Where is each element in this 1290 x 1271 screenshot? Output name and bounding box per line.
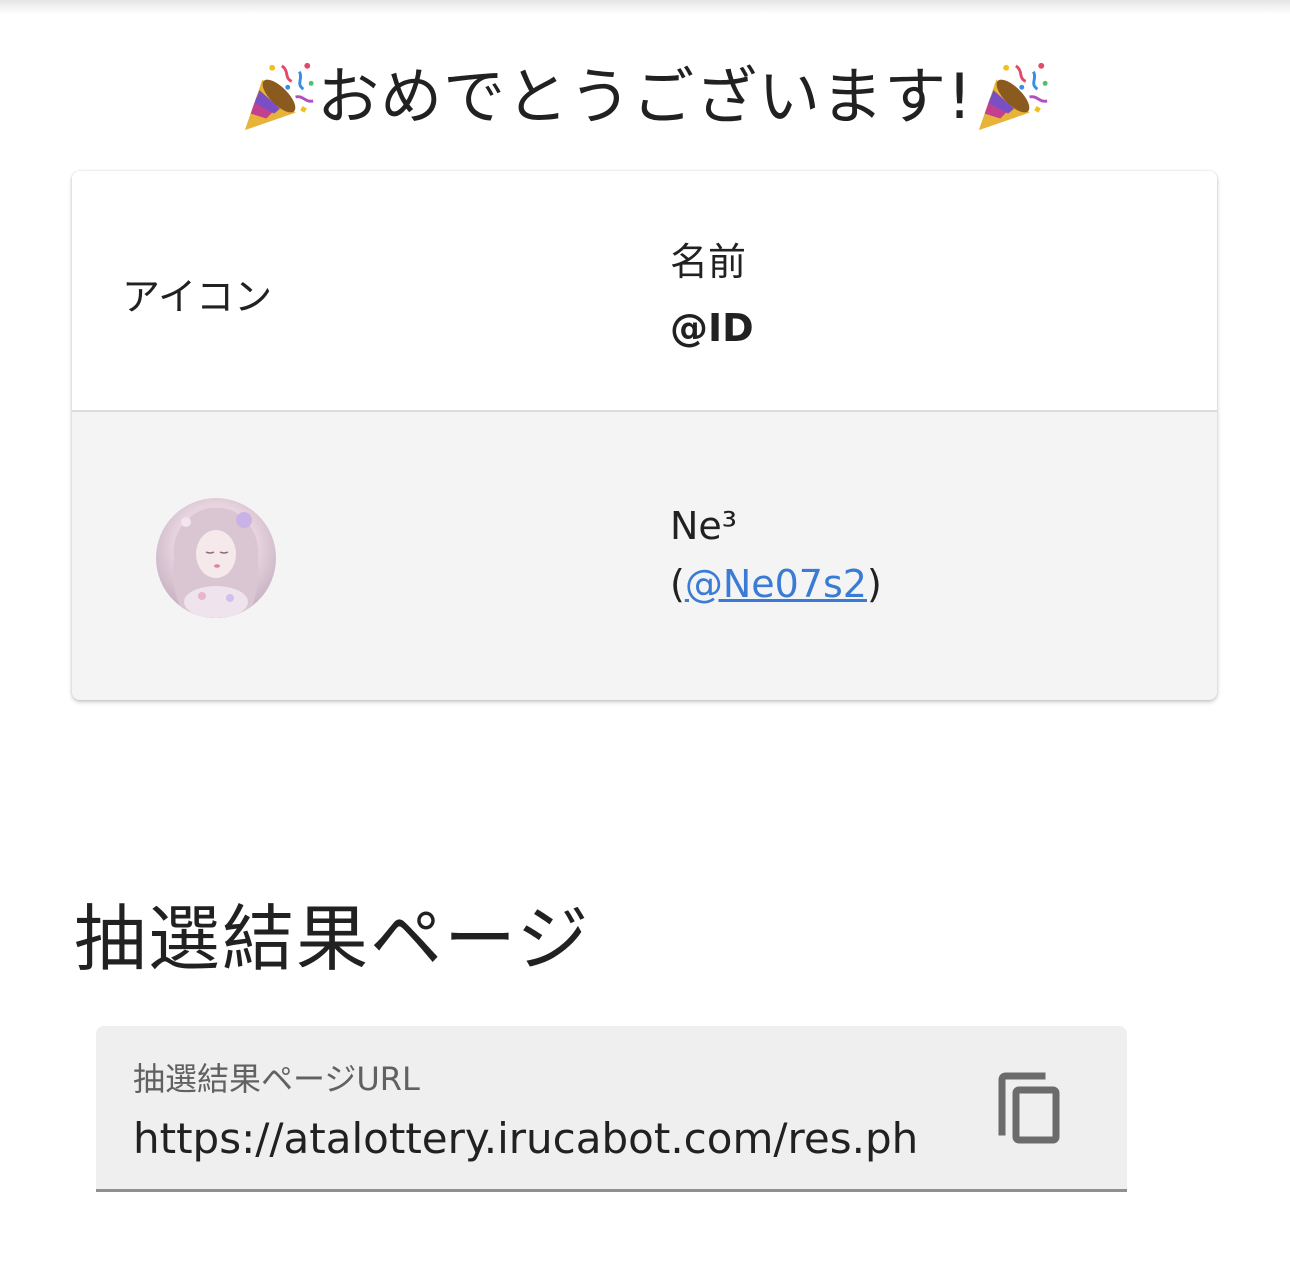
congrats-text: おめでとうございます! — [317, 60, 973, 133]
result-page-title: 抽選結果ページ — [74, 897, 591, 981]
party-popper-icon — [244, 62, 314, 131]
avatar — [156, 498, 276, 618]
top-shadow — [0, 0, 1290, 14]
result-url-label: 抽選結果ページURL — [133, 1060, 420, 1098]
congrats-heading: おめでとうございます! — [0, 52, 1290, 142]
column-header-name: 名前 — [670, 240, 747, 284]
winner-id-open-paren: ( — [670, 562, 685, 606]
winner-id-close-paren: ) — [866, 562, 882, 606]
table-row: Ne³ (@Ne07s2) — [72, 412, 1217, 700]
column-header-id: @ID — [670, 306, 754, 350]
winner-id: (@Ne07s2) — [670, 562, 882, 606]
result-url-input[interactable]: https://atalottery.irucabot.com/res.ph — [133, 1114, 948, 1163]
avatar-image — [172, 507, 259, 618]
table-header: アイコン 名前 @ID — [72, 171, 1217, 412]
winner-name: Ne³ — [670, 504, 738, 548]
copy-icon[interactable] — [994, 1072, 1064, 1148]
winner-id-link[interactable]: @Ne07s2 — [685, 562, 867, 606]
winners-table: アイコン 名前 @ID Ne³ (@Ne07s2) — [72, 171, 1217, 700]
party-popper-icon — [978, 62, 1048, 131]
column-header-icon: アイコン — [122, 275, 273, 319]
result-url-field[interactable]: 抽選結果ページURL https://atalottery.irucabot.c… — [96, 1026, 1127, 1192]
